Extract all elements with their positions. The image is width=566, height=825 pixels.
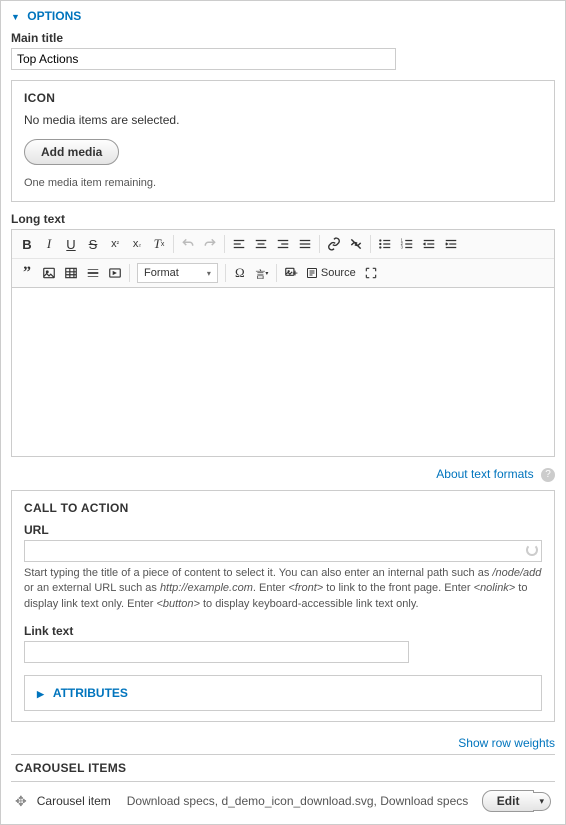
- icon-legend: ICON: [24, 91, 542, 105]
- image-icon[interactable]: [38, 262, 60, 284]
- source-label: Source: [321, 267, 356, 279]
- format-label: Format: [144, 267, 179, 279]
- format-select[interactable]: Format ▾: [137, 263, 218, 283]
- main-title-input[interactable]: [11, 48, 396, 70]
- url-label: URL: [24, 523, 542, 537]
- unlink-icon[interactable]: [345, 233, 367, 255]
- attributes-toggle[interactable]: ▶ ATTRIBUTES: [24, 675, 542, 711]
- undo-icon[interactable]: [177, 233, 199, 255]
- blockquote-icon[interactable]: ”: [16, 262, 38, 284]
- redo-icon[interactable]: [199, 233, 221, 255]
- url-input[interactable]: [24, 540, 542, 562]
- maximize-icon[interactable]: [360, 262, 382, 284]
- editor-textarea[interactable]: [11, 287, 555, 457]
- about-formats-link[interactable]: About text formats: [436, 467, 533, 481]
- options-toggle[interactable]: ▼ OPTIONS: [11, 9, 555, 23]
- strike-icon[interactable]: S: [82, 233, 104, 255]
- number-list-icon[interactable]: 123: [396, 233, 418, 255]
- attributes-label: ATTRIBUTES: [53, 686, 128, 700]
- remove-format-icon[interactable]: Tx: [148, 233, 170, 255]
- carousel-items-header: CAROUSEL ITEMS: [11, 754, 555, 782]
- link-icon[interactable]: [323, 233, 345, 255]
- triangle-down-icon: ▼: [11, 12, 20, 22]
- bullet-list-icon[interactable]: [374, 233, 396, 255]
- link-text-label: Link text: [24, 624, 542, 638]
- carousel-item-label: Carousel item: [37, 794, 117, 808]
- options-label: OPTIONS: [27, 9, 81, 23]
- outdent-icon[interactable]: [418, 233, 440, 255]
- bold-icon[interactable]: B: [16, 233, 38, 255]
- icon-remaining-text: One media item remaining.: [24, 177, 542, 189]
- carousel-item-files: Download specs, d_demo_icon_download.svg…: [127, 794, 472, 808]
- svg-text:3: 3: [401, 245, 404, 250]
- chevron-down-icon: ▾: [207, 269, 211, 278]
- align-center-icon[interactable]: [250, 233, 272, 255]
- drag-handle-icon[interactable]: ✥: [15, 793, 27, 810]
- underline-icon[interactable]: U: [60, 233, 82, 255]
- align-justify-icon[interactable]: [294, 233, 316, 255]
- special-char-icon[interactable]: Ω: [229, 262, 251, 284]
- show-row-weights-link[interactable]: Show row weights: [458, 736, 555, 750]
- carousel-item-row: ✥ Carousel item Download specs, d_demo_i…: [11, 782, 555, 814]
- table-icon[interactable]: [60, 262, 82, 284]
- media-browser-icon[interactable]: [280, 262, 302, 284]
- main-title-label: Main title: [11, 31, 555, 45]
- italic-icon[interactable]: I: [38, 233, 60, 255]
- cta-legend: CALL TO ACTION: [24, 501, 542, 515]
- editor-toolbar: B I U S x² x₂ Tx 123: [11, 229, 555, 287]
- long-text-label: Long text: [11, 212, 555, 226]
- align-right-icon[interactable]: [272, 233, 294, 255]
- cta-fieldset: CALL TO ACTION URL Start typing the titl…: [11, 490, 555, 722]
- subscript-icon[interactable]: x₂: [126, 233, 148, 255]
- help-icon[interactable]: ?: [541, 468, 555, 482]
- icon-empty-message: No media items are selected.: [24, 113, 542, 127]
- add-media-button[interactable]: Add media: [24, 139, 119, 165]
- edit-dropdown-toggle[interactable]: ▾: [533, 792, 551, 811]
- triangle-right-icon: ▶: [37, 689, 44, 699]
- indent-icon[interactable]: [440, 233, 462, 255]
- icon-fieldset: ICON No media items are selected. Add me…: [11, 80, 555, 202]
- hr-icon[interactable]: [82, 262, 104, 284]
- superscript-icon[interactable]: x²: [104, 233, 126, 255]
- edit-button[interactable]: Edit: [482, 790, 535, 812]
- language-icon[interactable]: 言▾: [251, 262, 273, 284]
- url-help-text: Start typing the title of a piece of con…: [24, 566, 542, 612]
- link-text-input[interactable]: [24, 641, 409, 663]
- align-left-icon[interactable]: [228, 233, 250, 255]
- loading-spinner-icon: [526, 544, 538, 556]
- source-button[interactable]: Source: [302, 267, 360, 279]
- embed-icon[interactable]: [104, 262, 126, 284]
